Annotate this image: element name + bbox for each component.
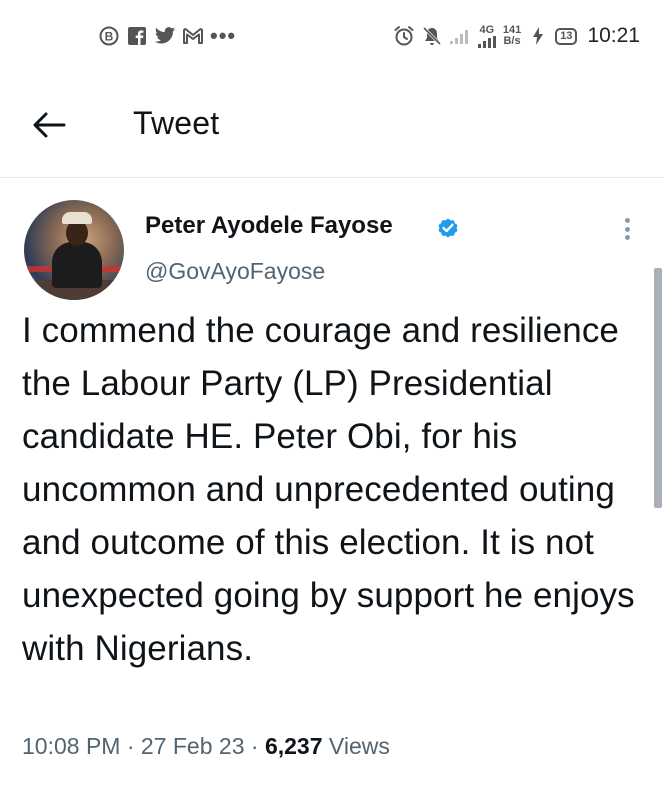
charging-bolt-icon bbox=[527, 25, 549, 47]
network-speed-indicator: 141 B/s bbox=[503, 25, 521, 47]
alarm-icon bbox=[393, 25, 415, 47]
status-bar-left: B ••• bbox=[98, 23, 236, 49]
network-type-indicator: 4G bbox=[477, 23, 497, 48]
battery-indicator: 13 bbox=[555, 27, 578, 45]
tweet-date[interactable]: 27 Feb 23 bbox=[141, 733, 245, 759]
gmail-icon bbox=[182, 25, 204, 47]
tweet-detail: Peter Ayodele Fayose @GovAyoFayose I com… bbox=[0, 178, 664, 786]
twitter-icon bbox=[154, 25, 176, 47]
more-dot-icon bbox=[624, 226, 630, 232]
network-speed-unit: B/s bbox=[503, 35, 521, 47]
author-handle[interactable]: @GovAyoFayose bbox=[145, 258, 325, 285]
b-circle-icon: B bbox=[98, 25, 120, 47]
more-dot-icon bbox=[624, 235, 630, 240]
more-notifications-dots: ••• bbox=[210, 23, 237, 48]
back-button[interactable] bbox=[32, 109, 70, 141]
author-name[interactable]: Peter Ayodele Fayose bbox=[145, 212, 393, 240]
meta-separator: · bbox=[250, 733, 259, 759]
tweet-time[interactable]: 10:08 PM bbox=[22, 733, 120, 759]
signal-weak-icon bbox=[449, 25, 471, 47]
more-options-button[interactable] bbox=[615, 214, 639, 244]
scrollbar-thumb[interactable] bbox=[654, 268, 662, 508]
back-arrow-icon bbox=[33, 112, 66, 138]
signal-strong-icon bbox=[477, 35, 496, 48]
verified-badge-icon bbox=[438, 218, 458, 238]
status-bar: B ••• 4G 141 B/s 13 10:21 bbox=[0, 0, 664, 72]
top-nav-bar: Tweet bbox=[0, 72, 664, 178]
views-label: Views bbox=[328, 733, 390, 759]
status-bar-right: 4G 141 B/s 13 10:21 bbox=[393, 24, 640, 48]
svg-text:B: B bbox=[105, 30, 114, 44]
facebook-icon bbox=[126, 25, 148, 47]
more-dot-icon bbox=[624, 218, 630, 223]
network-type-label: 4G bbox=[479, 23, 495, 36]
mute-bell-icon bbox=[421, 25, 443, 47]
tweet-meta: 10:08 PM · 27 Feb 23 · 6,237 Views bbox=[22, 733, 390, 760]
views-count: 6,237 bbox=[264, 733, 323, 759]
tweet-text: I commend the courage and resilience the… bbox=[22, 311, 635, 668]
meta-separator: · bbox=[126, 733, 135, 759]
clock-time: 10:21 bbox=[587, 24, 640, 47]
page-title: Tweet bbox=[133, 105, 220, 141]
author-avatar[interactable] bbox=[24, 200, 124, 300]
